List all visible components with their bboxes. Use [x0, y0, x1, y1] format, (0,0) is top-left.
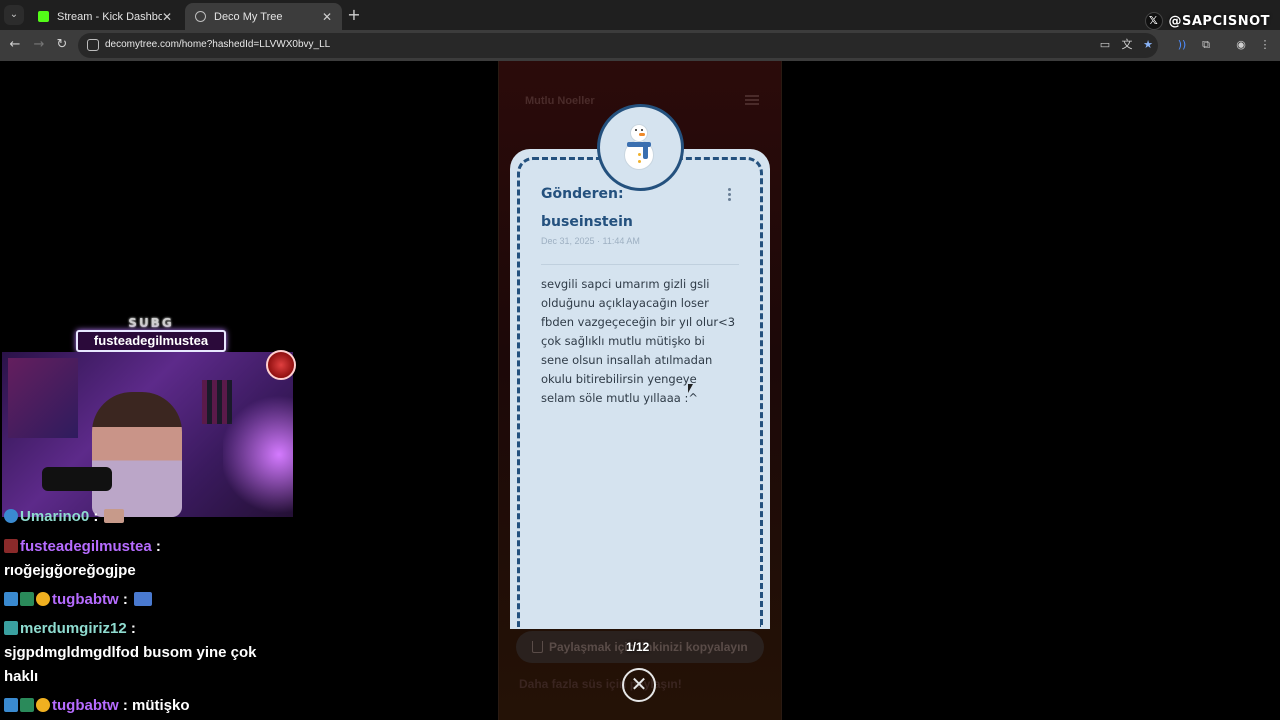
- divider: [541, 264, 739, 265]
- browser-toolbar: ← → ↻ decomytree.com/home?hashedId=LLVWX…: [0, 30, 1280, 61]
- webcam-feed: [2, 352, 293, 517]
- share-icon: [532, 641, 543, 653]
- x-logo-icon: 𝕏: [1144, 12, 1163, 30]
- emote-icon: [133, 592, 152, 606]
- chat-message: tugbabtw :: [4, 591, 154, 608]
- install-app-icon[interactable]: ▭: [1097, 37, 1113, 53]
- bookmark-star-icon[interactable]: ★: [1140, 37, 1156, 53]
- chat-message: Umarino0 :: [4, 508, 126, 525]
- badge-icon: [36, 592, 50, 606]
- subscriber-alert: SUBG fusteadegilmustea: [76, 316, 226, 352]
- badge-icon: [4, 698, 18, 712]
- forward-arrow-icon[interactable]: →: [30, 36, 48, 54]
- emote-icon: [104, 509, 125, 523]
- address-bar[interactable]: decomytree.com/home?hashedId=LLVWX0bvy_L…: [78, 33, 1158, 58]
- badge-icon: [4, 539, 18, 553]
- sender-name: buseinstein: [541, 214, 633, 230]
- tab-close-icon[interactable]: ✕: [162, 10, 172, 24]
- microphone: [42, 467, 112, 491]
- tab-bar: ⌄ Stream - Kick Dashboard ✕ Deco My Tree…: [0, 0, 1280, 30]
- letter-date: Dec 31, 2025 · 11:44 AM: [541, 236, 640, 246]
- profile-icon[interactable]: ◉: [1233, 37, 1249, 53]
- site-info-icon[interactable]: [87, 39, 99, 51]
- extensions-puzzle-icon[interactable]: ⧉: [1198, 37, 1214, 53]
- badge-icon: [36, 698, 50, 712]
- globe-favicon-icon: [195, 11, 206, 22]
- url-text: decomytree.com/home?hashedId=LLVWX0bvy_L…: [105, 39, 331, 50]
- tab-title: Deco My Tree: [214, 10, 283, 23]
- webcam-poster: [8, 358, 78, 438]
- new-tab-button[interactable]: +: [346, 5, 362, 24]
- badge-icon: [20, 592, 34, 606]
- letter-message: sevgili sapci umarım gizli gsli olduğunu…: [541, 277, 736, 405]
- gift-icon: [266, 350, 296, 380]
- chat-message: merdumgiriz12 :: [4, 620, 136, 637]
- tab-deco-my-tree[interactable]: Deco My Tree ✕: [185, 3, 342, 30]
- chat-username: tugbabtw: [52, 697, 119, 714]
- chat-username: merdumgiriz12: [20, 620, 127, 637]
- translate-icon[interactable]: 文: [1119, 37, 1135, 53]
- tab-title: Stream - Kick Dashboard: [57, 10, 162, 23]
- badge-icon: [4, 509, 18, 523]
- share-more-text: Daha fazla süs için paylaşın!: [519, 677, 682, 691]
- back-arrow-icon[interactable]: ←: [6, 36, 24, 54]
- webcam-light: [223, 392, 293, 517]
- streamer-watermark: 𝕏 @SAPCISNOT: [1144, 12, 1271, 30]
- chat-message: fusteadegilmustea :: [4, 538, 161, 555]
- hamburger-menu-icon[interactable]: [745, 95, 759, 105]
- extension-icon[interactable]: )): [1174, 37, 1190, 53]
- badge-icon: [20, 698, 34, 712]
- tab-kick-dashboard[interactable]: Stream - Kick Dashboard ✕: [28, 3, 182, 30]
- more-menu-icon[interactable]: ⋮: [1257, 37, 1273, 53]
- chat-username: fusteadegilmustea: [20, 538, 152, 555]
- watermark-handle: @SAPCISNOT: [1168, 13, 1270, 29]
- sub-alert-name: fusteadegilmustea: [76, 330, 226, 352]
- app-title: Mutlu Noeller: [525, 95, 595, 107]
- tab-search-button[interactable]: ⌄: [4, 5, 24, 25]
- chat-message: tugbabtw : mütişko: [4, 697, 190, 714]
- reload-icon[interactable]: ↻: [53, 36, 71, 54]
- mouse-cursor-icon: [688, 384, 693, 393]
- chat-message-text: rıoğejgğoreğogjpe: [4, 562, 136, 579]
- letter-counter: 1/12: [626, 640, 650, 654]
- sub-alert-title: SUBG: [128, 316, 174, 330]
- chat-username: Umarino0: [20, 508, 90, 525]
- streamer: [92, 392, 182, 517]
- close-icon[interactable]: ✕: [622, 668, 656, 702]
- badge-icon: [4, 592, 18, 606]
- kick-favicon-icon: [38, 11, 49, 22]
- chat-username: tugbabtw: [52, 591, 119, 608]
- letter-options-icon[interactable]: [727, 188, 733, 203]
- from-label: Gönderen:: [541, 186, 624, 202]
- badge-icon: [4, 621, 18, 635]
- chat-message-text: haklı: [4, 668, 39, 685]
- tab-close-icon[interactable]: ✕: [322, 10, 332, 24]
- chat-message-text: sjgpdmgldmgdlfod busom yine çok: [4, 644, 257, 661]
